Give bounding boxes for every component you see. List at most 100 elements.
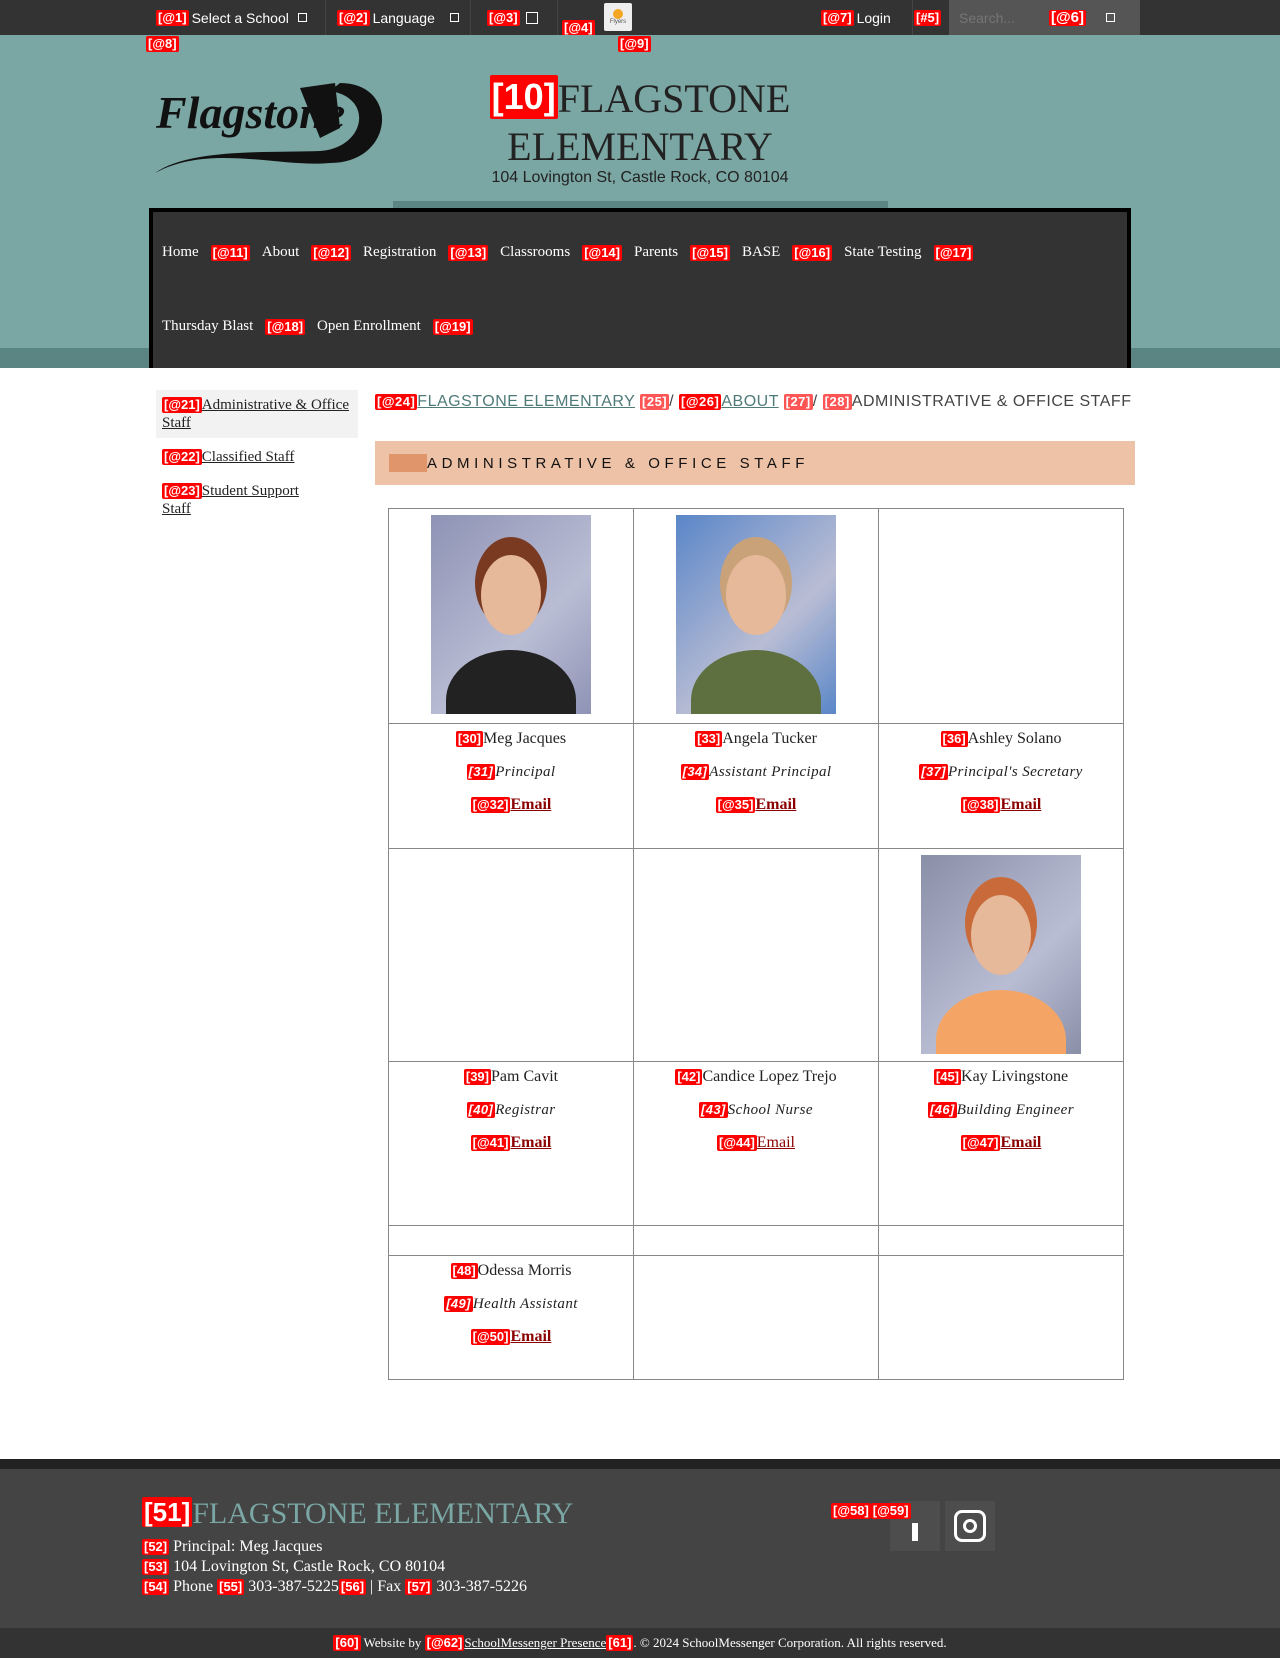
badge: [61] <box>606 1635 634 1651</box>
staff-role: Principal <box>495 764 556 780</box>
globe-icon <box>525 11 538 24</box>
email-link[interactable]: Email <box>1000 796 1041 813</box>
badge: [46] <box>928 1102 957 1118</box>
staff-card: [48] Odessa Morris [49] Health Assistant [@5… <box>388 1255 634 1380</box>
sidebar-item-administrative-office-staff[interactable]: [@21] Administrative & Office Staff <box>156 390 358 438</box>
nav-item-thursday-blast[interactable]: Thursday Blast [@18] <box>162 318 306 335</box>
badge: [10] <box>489 75 558 119</box>
chevron-down-icon <box>449 13 459 22</box>
vendor-link[interactable]: SchoolMessenger Presence <box>464 1635 606 1650</box>
nav-label: Home <box>162 244 199 260</box>
school-logo[interactable]: Flagstone x <box>150 73 390 173</box>
flyers-label: Flyers <box>609 19 627 25</box>
top-bar: [@1] Select a School [@2] Language [@3] [@… <box>0 0 1280 36</box>
badge: [45] <box>933 1069 962 1085</box>
search-icon[interactable] <box>1105 13 1115 22</box>
footer-bottom: [60] Website by [@62] SchoolMessenger Pre… <box>0 1628 1280 1658</box>
copyright: . © 2024 SchoolMessenger Corporation. Al… <box>633 1635 947 1650</box>
badge: [@17] <box>933 244 974 261</box>
badge: [@26] <box>679 394 722 410</box>
instagram-icon <box>954 1510 986 1542</box>
badge: [36] <box>940 731 968 747</box>
staff-card: [30] Meg Jacques [31] Principal [@32] Email <box>388 723 634 849</box>
badge: [@11] <box>210 244 250 261</box>
staff-name: Pam Cavit <box>491 1068 559 1085</box>
email-link[interactable]: Email <box>755 796 796 813</box>
badge: [@21] <box>162 397 202 413</box>
badge: [@32] <box>470 797 511 813</box>
login-link[interactable]: [@7] Login <box>821 0 891 35</box>
badge: [@62] <box>424 1635 465 1651</box>
staff-role: Principal's Secretary <box>947 764 1083 780</box>
language-label: Language <box>372 9 435 26</box>
badge: [@8] <box>146 36 179 52</box>
email-link[interactable]: Email <box>510 1134 551 1151</box>
badge: [@18] <box>265 318 306 335</box>
staff-card: [36] Ashley Solano [37] Principal's Secreta… <box>878 723 1124 849</box>
email-link[interactable]: Email <box>510 796 551 813</box>
select-school-dropdown[interactable]: [@1] Select a School <box>156 0 307 35</box>
staff-role: Building Engineer <box>956 1102 1074 1118</box>
nav-label: Parents <box>633 244 679 260</box>
badge: [@15] <box>690 244 730 261</box>
badge: [@41] <box>470 1135 511 1151</box>
nav-label: Thursday Blast <box>162 318 254 334</box>
separator: / <box>669 393 675 410</box>
badge: [@19] <box>432 318 473 335</box>
phone-number[interactable]: 303-387-5225 <box>248 1578 339 1595</box>
school-address: 104 Lovington St, Castle Rock, CO 80104 <box>491 169 789 186</box>
fax-label: | Fax <box>370 1578 402 1595</box>
sidebar: [@21] Administrative & Office Staff [@22]… <box>156 390 358 524</box>
staff-photo <box>431 515 591 714</box>
instagram-link[interactable] <box>945 1501 995 1551</box>
badge: [55] <box>217 1579 245 1595</box>
sidebar-link[interactable]: Classified Staff <box>202 449 295 465</box>
badge: [28] <box>822 394 852 410</box>
section-header: ADMINISTRATIVE & OFFICE STAFF <box>375 441 1135 485</box>
staff-card: [39] Pam Cavit [40] Registrar [@41] Email <box>388 1061 634 1226</box>
separator: / <box>812 393 818 410</box>
nav-item-state-testing[interactable]: State Testing [@17] <box>844 244 974 261</box>
sidebar-item-classified-staff[interactable]: [@22] Classified Staff <box>156 442 358 472</box>
fax-number: 303-387-5226 <box>436 1578 528 1595</box>
select-school-label: Select a School <box>191 9 289 26</box>
staff-name: Kay Livingstone <box>961 1068 1069 1085</box>
badge: [@14] <box>582 244 622 261</box>
email-link[interactable]: Email <box>1000 1134 1041 1151</box>
nav-label: Classrooms <box>500 244 571 260</box>
school-title: [10]FLAGSTONE ELEMENTARY <box>440 75 840 171</box>
breadcrumb-about[interactable]: ABOUT <box>721 393 778 410</box>
badge: [@24] <box>375 394 418 410</box>
badge: [@7] <box>821 9 854 26</box>
staff-role: School Nurse <box>727 1102 813 1118</box>
nav-item-base[interactable]: BASE [@16] <box>742 244 833 261</box>
badge: [@1] <box>156 9 189 26</box>
badge: [34] <box>680 764 710 780</box>
translate-button[interactable]: [@3] <box>487 0 538 35</box>
email-link[interactable]: Email <box>757 1134 795 1151</box>
badge: [@38] <box>960 797 1001 813</box>
nav-item-home[interactable]: Home [@11] <box>162 244 250 261</box>
staff-card: [45] Kay Livingstone [46] Building Engineer… <box>878 1061 1124 1226</box>
staff-card: [42] Candice Lopez Trejo [43] School Nurse [… <box>633 1061 879 1226</box>
nav-item-open-enrollment[interactable]: Open Enrollment [@19] <box>317 318 473 335</box>
footer-title: FLAGSTONE ELEMENTARY <box>192 1497 574 1530</box>
search-input[interactable] <box>959 9 1049 26</box>
badge: [42] <box>675 1069 703 1085</box>
facebook-icon <box>912 1523 918 1541</box>
badge: [53] <box>142 1559 170 1575</box>
accent-block <box>389 454 427 472</box>
nav-item-parents[interactable]: Parents [@15] <box>634 244 730 261</box>
sidebar-item-student-support-staff[interactable]: [@23] Student Support Staff <box>156 476 336 524</box>
breadcrumb-home[interactable]: FLAGSTONE ELEMENTARY <box>417 393 635 410</box>
badge: [@13] <box>448 244 489 261</box>
email-link[interactable]: Email <box>510 1328 551 1345</box>
flyers-button[interactable]: Flyers <box>604 3 632 31</box>
language-dropdown[interactable]: [@2] Language <box>337 0 459 35</box>
nav-item-about[interactable]: About [@12] <box>262 244 352 261</box>
nav-label: State Testing <box>844 244 922 260</box>
nav-item-classrooms[interactable]: Classrooms [@14] <box>500 244 622 261</box>
nav-item-registration[interactable]: Registration [@13] <box>363 244 489 261</box>
badge: [@44] <box>716 1135 757 1151</box>
badge: [40] <box>466 1102 496 1118</box>
